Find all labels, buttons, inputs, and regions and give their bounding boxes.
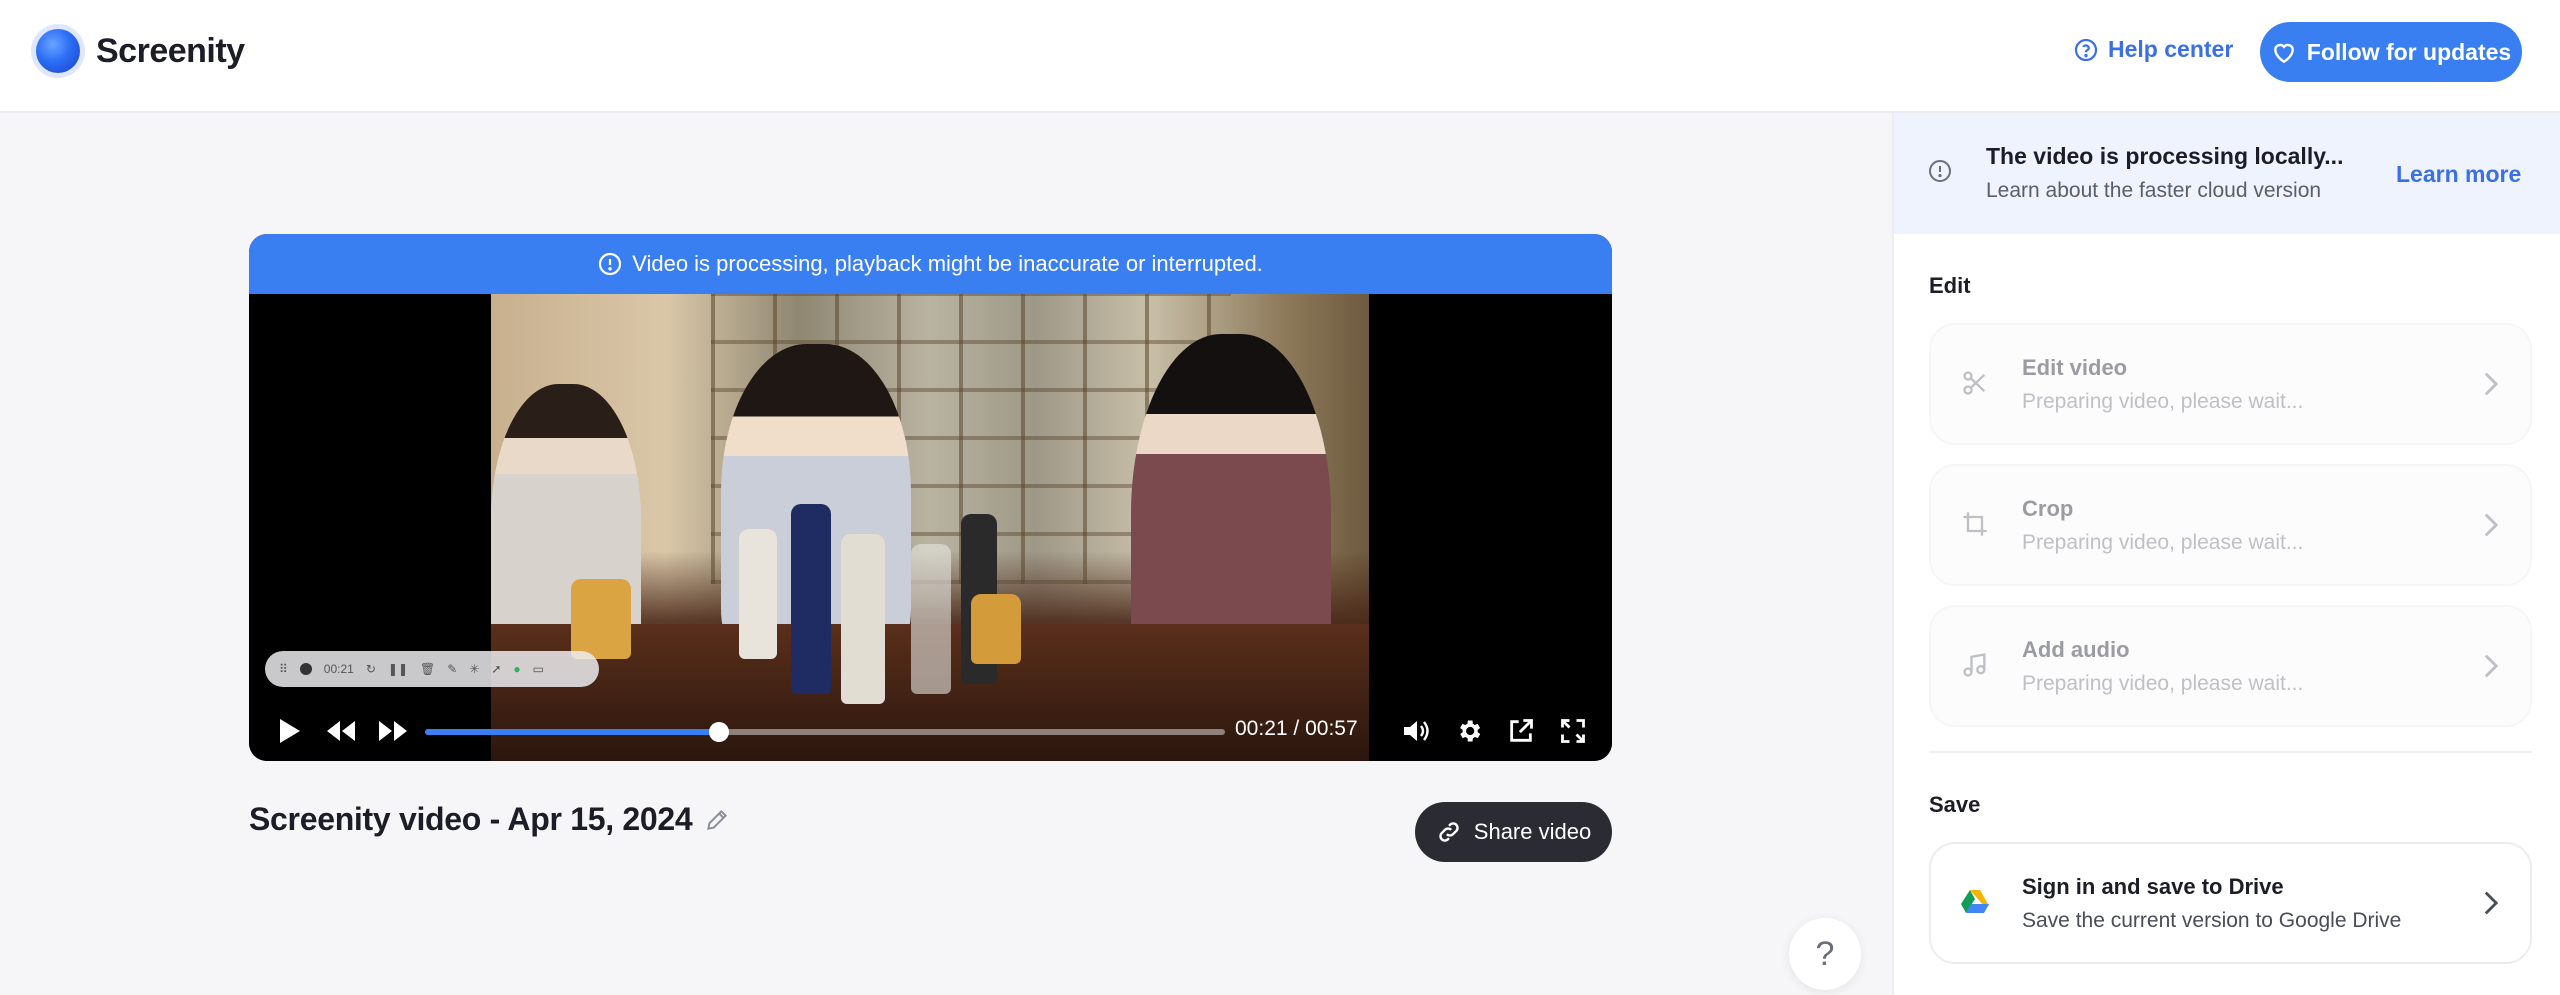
section-divider <box>1929 751 2532 753</box>
volume-icon <box>1404 721 1429 741</box>
video-frame <box>491 294 1369 761</box>
edit-video-subtitle: Preparing video, please wait... <box>2022 390 2304 413</box>
heart-icon <box>2273 43 2294 64</box>
edit-video-card[interactable]: Edit video Preparing video, please wait.… <box>1929 323 2532 445</box>
fast-forward-button[interactable] <box>373 711 413 751</box>
bottle <box>911 544 951 694</box>
cursor-icon: ➚ <box>491 662 502 676</box>
microphone-icon: ● <box>513 662 521 676</box>
chevron-right-icon <box>2484 654 2499 678</box>
record-dot-icon <box>299 663 312 675</box>
fullscreen-icon <box>1561 719 1585 743</box>
follow-for-updates-button[interactable]: Follow for updates <box>2260 22 2522 82</box>
duration: 00:57 <box>1305 717 1358 740</box>
music-note-icon <box>1963 653 1986 677</box>
volume-button[interactable] <box>1397 711 1437 751</box>
restart-icon: ↻ <box>365 662 376 676</box>
edit-section-label: Edit <box>1929 273 1971 298</box>
pause-icon: ❚❚ <box>387 662 408 676</box>
scissors-icon <box>1963 371 1986 395</box>
help-center-label: Help center <box>2108 36 2234 62</box>
processing-banner-text: Video is processing, playback might be i… <box>632 251 1263 276</box>
video-canvas[interactable]: ⠿ 00:21 ↻ ❚❚ 🗑 ✎ ✳ ➚ ● ▭ 00:21 / 00:57 <box>249 294 1612 761</box>
chevron-right-icon <box>2484 372 2499 396</box>
add-audio-subtitle: Preparing video, please wait... <box>2022 672 2304 695</box>
learn-more-link[interactable]: Learn more <box>2396 161 2521 188</box>
beer-glass <box>971 594 1021 664</box>
pencil-icon[interactable] <box>704 807 730 833</box>
settings-button[interactable] <box>1449 711 1489 751</box>
popout-button[interactable] <box>1501 711 1541 751</box>
crop-subtitle: Preparing video, please wait... <box>2022 531 2304 554</box>
add-audio-title: Add audio <box>2022 637 2130 662</box>
pen-icon: ✎ <box>447 662 458 676</box>
fullscreen-button[interactable] <box>1553 711 1593 751</box>
save-section-label: Save <box>1929 792 1981 817</box>
alert-circle-icon <box>1929 160 1951 182</box>
edit-video-title: Edit video <box>2022 355 2128 380</box>
seek-bar[interactable] <box>425 722 1225 742</box>
play-icon <box>280 719 300 743</box>
seek-bar-fill <box>425 729 720 735</box>
external-link-icon <box>1510 719 1533 742</box>
google-drive-icon <box>1961 890 1989 913</box>
add-audio-card[interactable]: Add audio Preparing video, please wait..… <box>1929 605 2532 727</box>
question-mark-icon: ? <box>1815 934 1835 973</box>
top-bar: Screenity Help center Follow for updates <box>0 0 2560 113</box>
beer-glass <box>571 579 631 659</box>
drag-handle-icon: ⠿ <box>279 662 288 676</box>
save-to-drive-title: Sign in and save to Drive <box>2022 874 2284 899</box>
video-player: Video is processing, playback might be i… <box>249 234 1612 761</box>
notice-subtitle: Learn about the faster cloud version <box>1986 179 2322 202</box>
trash-icon: 🗑 <box>420 662 436 676</box>
recorder-time: 00:21 <box>323 662 354 676</box>
app-name: Screenity <box>96 31 245 70</box>
video-title[interactable]: Screenity video - Apr 15, 2024 <box>249 801 693 838</box>
right-sidebar: The video is processing locally... Learn… <box>1892 113 2560 995</box>
fast-forward-icon <box>379 721 407 741</box>
help-fab-button[interactable]: ? <box>1789 918 1861 990</box>
app-logo[interactable]: Screenity <box>36 29 245 73</box>
crop-card[interactable]: Crop Preparing video, please wait... <box>1929 464 2532 586</box>
save-to-drive-subtitle: Save the current version to Google Drive <box>2022 909 2402 932</box>
notice-title: The video is processing locally... <box>1986 143 2344 169</box>
bottle <box>739 529 777 659</box>
time-display: 00:21 / 00:57 <box>1235 717 1358 741</box>
follow-label: Follow for updates <box>2306 38 2512 65</box>
save-to-drive-card[interactable]: Sign in and save to Drive Save the curre… <box>1929 842 2532 964</box>
chevron-right-icon <box>2484 513 2499 537</box>
rewind-button[interactable] <box>321 711 361 751</box>
link-icon <box>1439 822 1459 842</box>
rewind-icon <box>327 721 355 741</box>
help-center-link[interactable]: Help center <box>2074 36 2233 63</box>
video-title-row: Screenity video - Apr 15, 2024 <box>249 801 730 838</box>
bottle <box>841 534 885 704</box>
chevron-right-icon <box>2484 891 2499 915</box>
question-circle-icon <box>2074 38 2098 61</box>
share-video-button[interactable]: Share video <box>1415 802 1612 862</box>
seek-bar-thumb[interactable] <box>709 722 730 742</box>
processing-notice: The video is processing locally... Learn… <box>1894 113 2560 234</box>
play-button[interactable] <box>269 711 309 751</box>
sparkle-icon: ✳ <box>469 662 480 676</box>
crop-icon <box>1963 512 1987 536</box>
info-circle-icon <box>599 252 622 276</box>
player-controls: 00:21 / 00:57 <box>249 701 1612 761</box>
processing-banner: Video is processing, playback might be i… <box>249 234 1612 294</box>
recorder-toolbar-overlay: ⠿ 00:21 ↻ ❚❚ 🗑 ✎ ✳ ➚ ● ▭ <box>265 651 599 687</box>
camera-icon: ▭ <box>532 662 545 676</box>
current-time: 00:21 <box>1235 717 1288 740</box>
bottle <box>791 504 831 694</box>
gear-icon <box>1460 720 1481 742</box>
time-separator: / <box>1293 717 1300 740</box>
logo-orb-icon <box>36 29 80 73</box>
crop-title: Crop <box>2022 496 2074 521</box>
share-video-label: Share video <box>1473 819 1592 844</box>
